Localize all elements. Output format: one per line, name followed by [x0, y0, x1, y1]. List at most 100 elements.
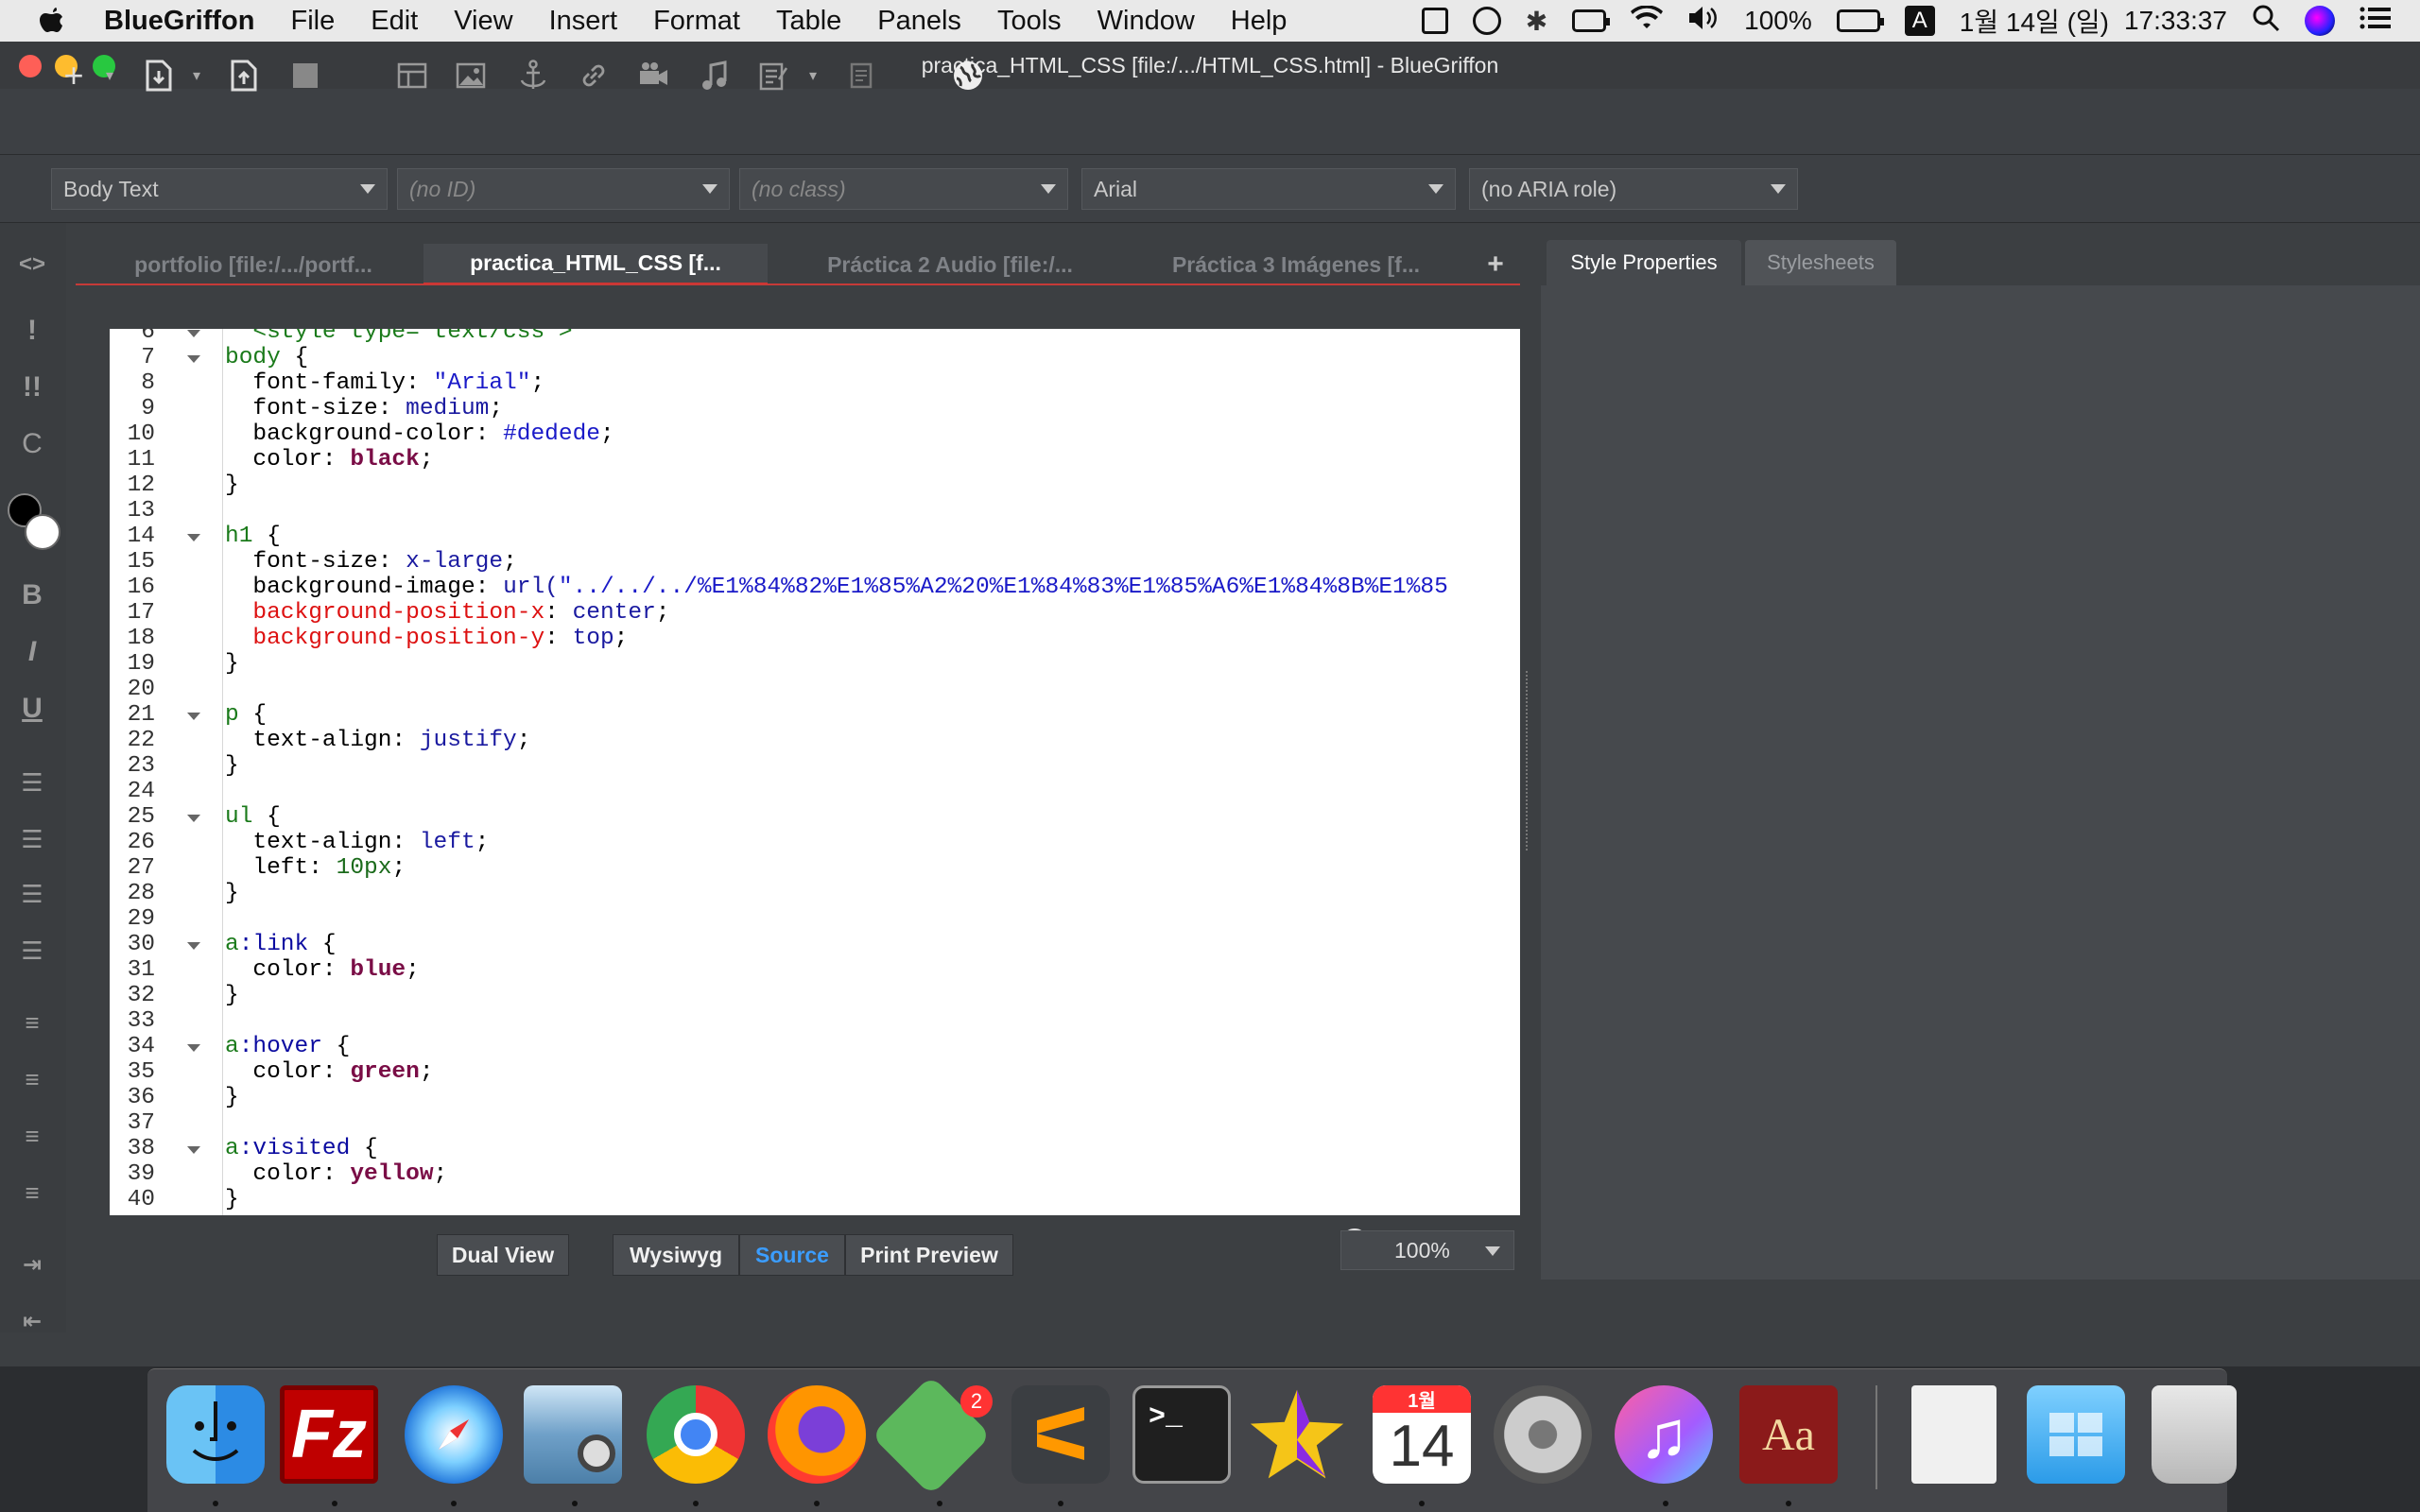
- menu-table[interactable]: Table: [776, 6, 841, 37]
- fold-toggle-icon[interactable]: [187, 942, 200, 950]
- dual-view-button[interactable]: Dual View: [437, 1234, 569, 1276]
- tab-practica-html-css[interactable]: practica_HTML_CSS [f...: [424, 244, 768, 285]
- menu-format[interactable]: Format: [653, 6, 740, 37]
- anchor-icon[interactable]: [516, 59, 550, 93]
- fold-toggle-icon[interactable]: [187, 534, 200, 541]
- dictionary-icon[interactable]: Aa: [1739, 1385, 1838, 1484]
- menu-insert[interactable]: Insert: [549, 6, 618, 37]
- tab-practica-2-audio[interactable]: Práctica 2 Audio [file:/...: [785, 244, 1115, 285]
- save-file-icon[interactable]: [227, 59, 261, 93]
- wifi-icon[interactable]: [1631, 4, 1664, 37]
- align-right-icon[interactable]: ≡: [13, 1117, 51, 1155]
- numbered-list-icon[interactable]: ☰: [13, 820, 51, 858]
- bold-icon[interactable]: B: [13, 576, 51, 614]
- print-preview-button[interactable]: Print Preview: [845, 1234, 1013, 1276]
- indent-icon[interactable]: ⇥: [13, 1246, 51, 1283]
- element-class-select[interactable]: (no class): [739, 168, 1068, 210]
- underline-icon[interactable]: U: [13, 690, 51, 728]
- insert-audio-icon[interactable]: [698, 59, 732, 93]
- fold-toggle-icon[interactable]: [187, 1146, 200, 1154]
- input-source-icon[interactable]: A: [1904, 6, 1935, 36]
- fold-toggle-icon[interactable]: [187, 1044, 200, 1052]
- close-window-button[interactable]: [19, 55, 42, 77]
- app-menu[interactable]: BlueGriffon: [104, 6, 255, 37]
- menubar-time[interactable]: 17:33:37: [2124, 6, 2227, 36]
- fold-toggle-icon[interactable]: [187, 330, 200, 337]
- align-center-icon[interactable]: ≡: [13, 1060, 51, 1098]
- notification-center-icon[interactable]: [2360, 6, 2392, 37]
- code-icon[interactable]: C: [13, 425, 51, 463]
- siri-icon[interactable]: [2305, 6, 2335, 36]
- applications-folder-icon[interactable]: [2027, 1385, 2125, 1484]
- outdent-icon[interactable]: ⇤: [13, 1302, 51, 1340]
- terminal-icon[interactable]: >_: [1132, 1385, 1231, 1484]
- aria-role-select[interactable]: (no ARIA role): [1469, 168, 1798, 210]
- firefox-icon[interactable]: [768, 1385, 866, 1484]
- menu-help[interactable]: Help: [1231, 6, 1288, 37]
- new-menu-chevron-down-icon[interactable]: ▾: [100, 59, 119, 93]
- element-id-select[interactable]: (no ID): [397, 168, 730, 210]
- open-menu-chevron-down-icon[interactable]: ▾: [187, 59, 206, 93]
- wysiwyg-view-button[interactable]: Wysiwyg: [613, 1234, 739, 1276]
- battery-icon[interactable]: [1836, 9, 1884, 32]
- document-stack-icon[interactable]: [1911, 1385, 1996, 1484]
- menu-file[interactable]: File: [291, 6, 336, 37]
- font-family-select[interactable]: Arial: [1081, 168, 1456, 210]
- background-color-swatch[interactable]: [25, 514, 60, 550]
- battery-percent[interactable]: 100%: [1744, 6, 1812, 36]
- important-icon[interactable]: !: [13, 312, 51, 350]
- insert-video-icon[interactable]: [637, 59, 671, 93]
- fold-toggle-icon[interactable]: [187, 815, 200, 822]
- source-view-button[interactable]: Source: [739, 1234, 845, 1276]
- screen-mirror-icon[interactable]: [1421, 8, 1448, 34]
- justify-icon[interactable]: ≡: [13, 1174, 51, 1211]
- fold-toggle-icon[interactable]: [187, 355, 200, 363]
- istar-icon[interactable]: [1248, 1385, 1346, 1484]
- safari-icon[interactable]: [405, 1385, 503, 1484]
- system-preferences-icon[interactable]: [1494, 1385, 1592, 1484]
- tab-portfolio[interactable]: portfolio [file:/.../portf...: [93, 244, 414, 285]
- menu-edit[interactable]: Edit: [371, 6, 418, 37]
- spotlight-search-icon[interactable]: [2252, 4, 2280, 39]
- sublime-text-icon[interactable]: [1011, 1385, 1110, 1484]
- bulleted-list-icon[interactable]: ☰: [13, 764, 51, 801]
- align-left-icon[interactable]: ≡: [13, 1004, 51, 1041]
- open-file-icon[interactable]: [142, 59, 176, 93]
- apple-menu-icon[interactable]: [38, 5, 66, 37]
- menu-view[interactable]: View: [454, 6, 512, 37]
- filezilla-icon[interactable]: Fz: [280, 1385, 378, 1484]
- tab-style-properties[interactable]: Style Properties: [1547, 240, 1741, 285]
- itunes-icon[interactable]: ♫: [1615, 1385, 1713, 1484]
- insert-image-icon[interactable]: [454, 59, 488, 93]
- very-important-icon[interactable]: !!: [13, 369, 51, 406]
- italic-icon[interactable]: I: [13, 633, 51, 671]
- add-tab-button[interactable]: +: [1475, 244, 1516, 285]
- preview-app-icon[interactable]: [524, 1385, 622, 1484]
- menu-panels[interactable]: Panels: [877, 6, 961, 37]
- toggle-source-icon[interactable]: <>: [13, 246, 51, 284]
- definition-list-icon[interactable]: ☰: [13, 875, 51, 913]
- menu-tools[interactable]: Tools: [997, 6, 1062, 37]
- chrome-icon[interactable]: [647, 1385, 745, 1484]
- fold-toggle-icon[interactable]: [187, 713, 200, 720]
- trash-icon[interactable]: [2152, 1385, 2237, 1484]
- form-menu-chevron-down-icon[interactable]: ▾: [804, 59, 822, 93]
- web-globe-icon[interactable]: [951, 59, 985, 93]
- panel-splitter-handle[interactable]: [1526, 671, 1531, 850]
- insert-table-icon[interactable]: [395, 59, 429, 93]
- bluetooth-icon[interactable]: ✱: [1526, 6, 1547, 37]
- new-document-icon[interactable]: +: [57, 56, 91, 94]
- tab-practica-3-imagenes[interactable]: Práctica 3 Imágenes [f...: [1131, 244, 1461, 285]
- menu-window[interactable]: Window: [1098, 6, 1195, 37]
- insert-form-icon[interactable]: [756, 59, 790, 93]
- accessibility-icon[interactable]: [1472, 7, 1501, 35]
- menubar-date[interactable]: 1월 14일 (일): [1960, 2, 2109, 40]
- link-icon[interactable]: [577, 59, 611, 93]
- source-editor[interactable]: 6 <style type="text/css"> 7 body {8 font-f…: [110, 329, 1520, 1215]
- volume-icon[interactable]: [1687, 5, 1720, 38]
- outline-list-icon[interactable]: ☰: [13, 932, 51, 970]
- stop-icon[interactable]: [291, 59, 320, 93]
- zoom-select[interactable]: 100%: [1340, 1230, 1514, 1270]
- finder-icon[interactable]: [166, 1385, 265, 1484]
- insert-html-icon[interactable]: [847, 59, 875, 93]
